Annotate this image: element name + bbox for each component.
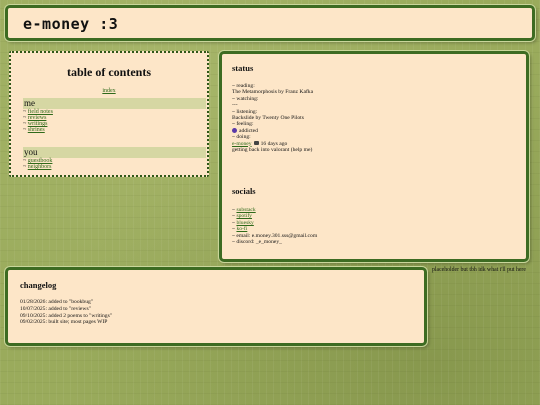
toc-section-me: me ~ field notes ~ reviews ~ writings ~ …: [23, 98, 206, 133]
toc-item-shrines: ~ shrines: [23, 127, 45, 133]
doing-value: getting back into valorant (help me): [232, 147, 313, 154]
changelog-entry: 09/02/2025: built site; most pages WIP: [20, 319, 108, 326]
toc-title: table of contents: [67, 65, 151, 79]
toc-heading-you: you: [23, 147, 206, 158]
status-title: status: [232, 63, 254, 73]
site-header: e-money :3: [5, 5, 535, 41]
bluesky-link[interactable]: bluesky: [236, 220, 253, 226]
discord-line: ~ discord: _e_money_: [232, 239, 282, 246]
placeholder-note: placeholder but tbh idk what i'll put he…: [432, 267, 526, 273]
spotify-link[interactable]: spotify: [236, 213, 252, 219]
status-body: ~ reading: The Metamorphosis by Franz Ka…: [232, 83, 313, 153]
changelog-entry: 01/28/2026: added to "bookbug": [20, 299, 94, 305]
socials-title: socials: [232, 186, 256, 196]
feeling-value: addicted: [239, 127, 258, 134]
changelog-title: changelog: [20, 280, 57, 290]
doing-time: 16 days ago: [260, 140, 288, 147]
reading-value: The Metamorphosis by Franz Kafka: [232, 89, 314, 96]
neighbors-link[interactable]: neighbors: [28, 164, 52, 170]
table-of-contents: table of contents index me ~ field notes…: [9, 51, 209, 177]
kofi-link[interactable]: ko-fi: [236, 226, 247, 232]
toc-section-you: you ~ guestbook ~ neighbors: [23, 147, 206, 170]
changelog-entry: 10/07/2025: added to "reviews": [20, 305, 91, 312]
toc-heading-me: me: [23, 98, 206, 109]
changelog-entry: 09/10/2025: added 2 poems to "writings": [20, 312, 113, 319]
shrines-link[interactable]: shrines: [28, 127, 45, 133]
changelog-list: 01/28/2026: added to "bookbug" 10/07/202…: [20, 299, 112, 326]
socials-body: ~ substack ~ spotify ~ bluesky ~ ko-fi ~…: [232, 207, 317, 245]
computer-icon: [253, 140, 259, 145]
purple-circle-icon: [232, 127, 237, 133]
index-link[interactable]: index: [102, 88, 115, 94]
doing-user-link[interactable]: e-money: [232, 141, 252, 147]
toc-item-neighbors: ~ neighbors: [23, 164, 52, 170]
status-panel: status ~ reading: The Metamorphosis by F…: [219, 51, 529, 262]
changelog-panel: changelog 01/28/2026: added to "bookbug"…: [5, 267, 427, 346]
site-title: e-money :3: [23, 15, 119, 33]
